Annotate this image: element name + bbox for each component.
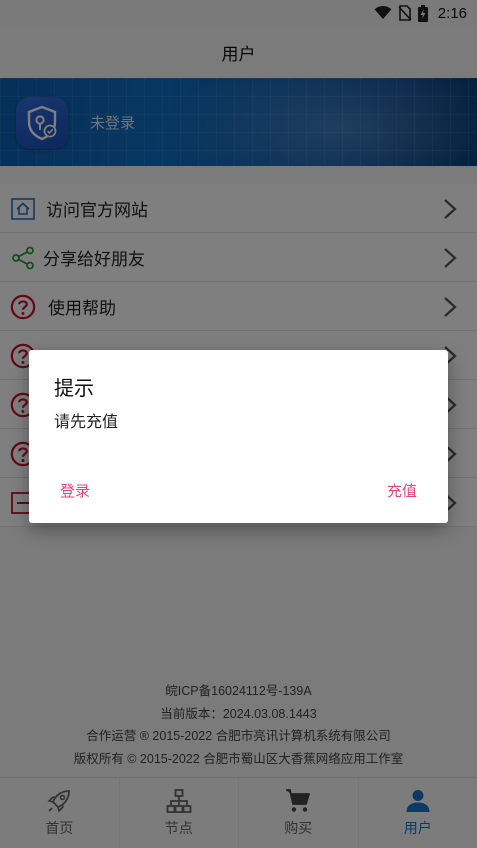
recharge-prompt-dialog: 提示 请先充值 登录 充值	[29, 350, 448, 523]
login-button[interactable]: 登录	[60, 480, 90, 501]
dialog-title: 提示	[54, 376, 94, 400]
recharge-button[interactable]: 充值	[387, 480, 417, 501]
dialog-message: 请先充值	[54, 412, 119, 431]
